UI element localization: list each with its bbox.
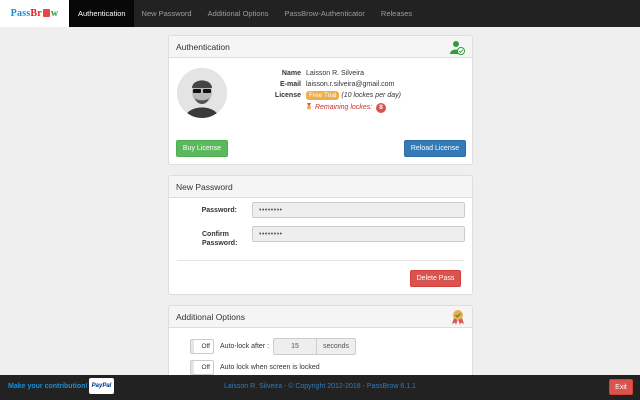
email-value: laisson.r.silveira@gmail.com xyxy=(306,81,395,88)
footer: Laisson R. Silveira - © Copyright 2012-2… xyxy=(0,375,640,400)
avatar xyxy=(177,68,227,118)
license-note: (10 lockes per day) xyxy=(341,92,401,99)
delete-pass-button[interactable]: Delete Pass xyxy=(410,270,461,287)
new-password-panel-title: New Password xyxy=(176,181,233,192)
screenlock-label: Auto lock when screen is locked xyxy=(220,364,320,371)
brand-logo[interactable]: PassBr w xyxy=(0,0,70,27)
nav-item-releases[interactable]: Releases xyxy=(373,0,420,27)
reload-license-button[interactable]: Reload License xyxy=(404,140,466,157)
screenlock-toggle[interactable]: Off xyxy=(190,360,214,375)
nav-item-authentication[interactable]: Authentication xyxy=(70,0,134,27)
medal-icon xyxy=(307,103,311,110)
additional-options-panel-heading: Additional Options xyxy=(169,306,472,328)
authentication-panel-heading: Authentication xyxy=(169,36,472,58)
paypal-button[interactable]: PayPal xyxy=(89,378,114,394)
award-ribbon-icon xyxy=(452,309,464,325)
nav-menu: Authentication New Password Additional O… xyxy=(70,0,420,27)
remaining-lockes: Remaining lockes: 8 xyxy=(306,102,401,113)
profile-photo xyxy=(177,68,227,118)
autolock-label: Auto-lock after : xyxy=(220,343,270,350)
lock-icon xyxy=(42,9,50,17)
nav-item-passbrow-authenticator[interactable]: PassBrow-Authenticator xyxy=(276,0,372,27)
new-password-panel-heading: New Password xyxy=(169,176,472,198)
confirm-password-label: Confirm Password: xyxy=(202,231,238,247)
form-divider xyxy=(177,260,464,261)
authentication-panel-title: Authentication xyxy=(176,41,230,52)
user-verified-icon xyxy=(450,40,465,55)
autolock-seconds-input[interactable]: 15 xyxy=(273,338,317,355)
license-type-badge: Free Trial xyxy=(306,91,340,100)
password-field[interactable]: •••••••• xyxy=(252,202,465,218)
nav-item-new-password[interactable]: New Password xyxy=(134,0,200,27)
autolock-seconds-unit: seconds xyxy=(317,338,356,355)
license-value: Free Trial (10 lockes per day) xyxy=(306,91,401,100)
autolock-toggle[interactable]: Off xyxy=(190,339,214,354)
remaining-lockes-label: Remaining lockes: xyxy=(314,104,373,111)
buy-license-button[interactable]: Buy License xyxy=(176,140,228,157)
top-navbar: PassBr w Authentication New Password Addi… xyxy=(0,0,640,27)
additional-options-panel-title: Additional Options xyxy=(176,311,245,322)
brand-logo-text: PassBr w xyxy=(10,8,59,19)
license-label: License xyxy=(274,92,301,99)
nav-item-additional-options[interactable]: Additional Options xyxy=(200,0,277,27)
remaining-lockes-count: 8 xyxy=(376,103,387,113)
contribution-link[interactable]: Make your contribution! xyxy=(8,383,88,390)
exit-button[interactable]: Exit xyxy=(609,379,633,395)
additional-options-panel: Additional Options Off Auto-lock after :… xyxy=(168,305,473,385)
email-label: E-mail xyxy=(279,81,301,88)
account-info: Name Laisson R. Silveira E-mail laisson.… xyxy=(249,69,401,113)
name-value: Laisson R. Silveira xyxy=(306,70,364,77)
password-label: Password: xyxy=(201,207,237,214)
new-password-panel: New Password Password: •••••••• Confirm … xyxy=(168,175,473,295)
authentication-panel: Authentication Name Laisson R. Silveira … xyxy=(168,35,473,165)
name-label: Name xyxy=(281,70,301,77)
confirm-password-field[interactable]: •••••••• xyxy=(252,226,465,242)
